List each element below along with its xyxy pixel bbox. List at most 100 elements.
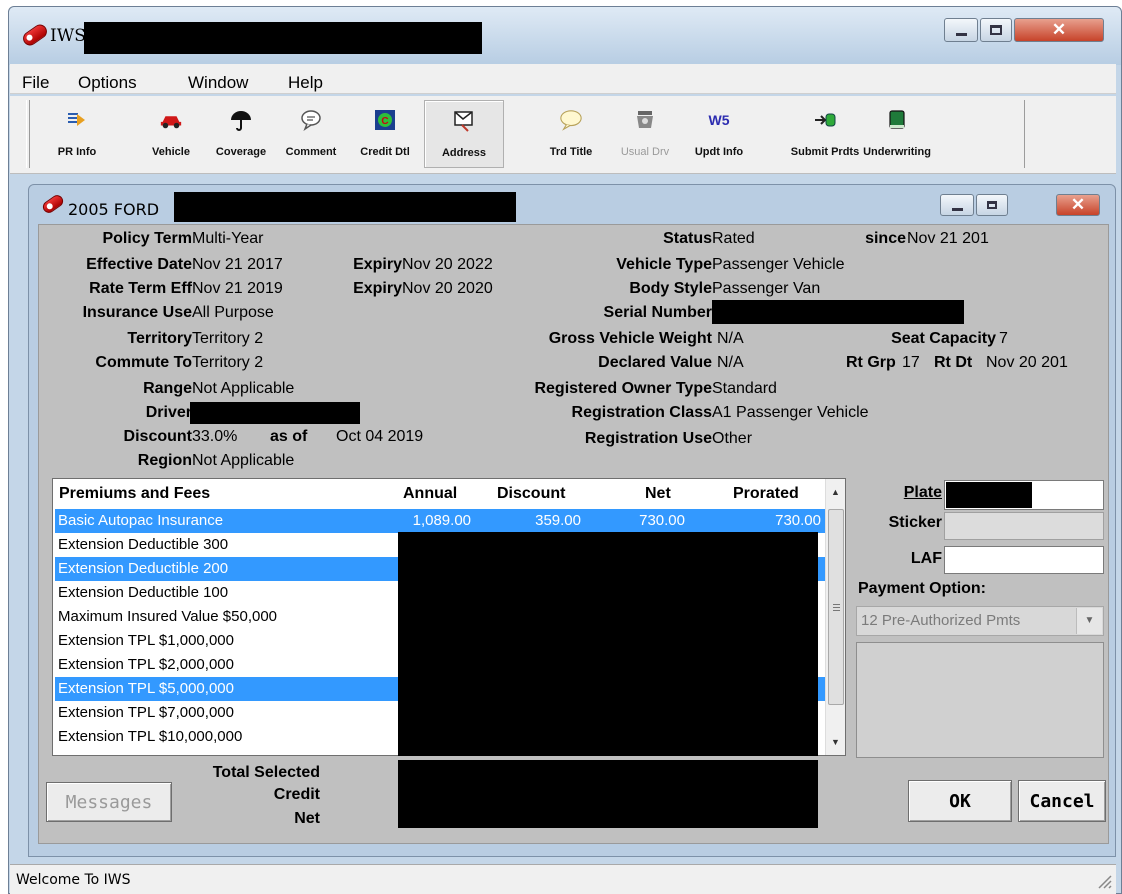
vehicle-minimize-button[interactable]	[940, 194, 974, 216]
chevron-down-icon[interactable]: ▼	[1076, 608, 1102, 634]
status-label: Status	[663, 230, 712, 247]
vehicle-window-title: 2005 FORD	[68, 200, 160, 219]
column-header-net[interactable]: Net	[645, 485, 671, 503]
maximize-icon	[987, 201, 997, 209]
main-window-title: IWS	[50, 26, 86, 46]
redacted-serial-number	[712, 300, 964, 324]
thumb-grip	[833, 607, 840, 608]
registration-use-value: Other	[712, 430, 753, 447]
toolbar-vehicle-button[interactable]: Vehicle	[136, 100, 206, 168]
discount-label: Discount	[123, 428, 192, 445]
laf-input[interactable]	[944, 546, 1104, 574]
toolbar-label: Comment	[285, 146, 337, 158]
vehicle-icon	[159, 108, 183, 132]
row-name: Extension TPL $7,000,000	[58, 704, 234, 721]
since-label: since	[865, 230, 906, 247]
column-header-annual[interactable]: Annual	[403, 485, 457, 503]
toolbar-label: Credit Dtl	[360, 146, 410, 158]
toolbar-pr-info-button[interactable]: PR Info	[42, 100, 112, 168]
scroll-down-arrow-icon[interactable]: ▼	[826, 733, 845, 751]
underwriting-book-icon	[885, 108, 909, 132]
redacted-vehicle-title	[174, 192, 516, 222]
rt-dt-label: Rt Dt	[934, 354, 973, 371]
payment-option-label: Payment Option:	[858, 580, 987, 597]
row-prorated: 730.00	[775, 512, 821, 529]
registration-use-label: Registration Use	[584, 430, 712, 447]
toolbar-separator	[1024, 100, 1025, 168]
row-net: 730.00	[639, 512, 685, 529]
toolbar-label: PR Info	[57, 146, 97, 158]
total-selected-label: Total Selected	[212, 764, 320, 781]
messages-button[interactable]: Messages	[46, 782, 172, 822]
usual-driver-icon	[633, 108, 657, 132]
plate-label: Plate	[903, 484, 942, 501]
row-name: Extension Deductible 100	[58, 584, 229, 601]
vehicle-close-button[interactable]: ✕	[1056, 194, 1100, 216]
main-maximize-button[interactable]	[980, 18, 1012, 42]
column-header-premiums[interactable]: Premiums and Fees	[59, 485, 210, 503]
payment-option-select[interactable]: 12 Pre-Authorized Pmts ▼	[856, 606, 1104, 636]
vehicle-maximize-button[interactable]	[976, 194, 1008, 216]
menu-help[interactable]: Help	[288, 73, 323, 93]
minimize-icon	[951, 207, 963, 211]
discount-value: 33.0%	[192, 428, 238, 445]
range-value: Not Applicable	[192, 380, 295, 397]
toolbar-grip[interactable]	[26, 100, 30, 168]
declared-value-label: Declared Value	[598, 354, 712, 371]
toolbar-underwriting-button[interactable]: Underwriting	[846, 100, 948, 168]
registered-owner-type-label: Registered Owner Type	[534, 380, 712, 397]
net-label: Net	[294, 810, 320, 827]
toolbar-usual-driver-button[interactable]: Usual Drv	[610, 100, 680, 168]
submit-products-icon	[813, 108, 837, 132]
toolbar-label: Vehicle	[152, 146, 190, 158]
premiums-scrollbar[interactable]: ▲ ▼	[825, 479, 845, 755]
ok-button[interactable]: OK	[908, 780, 1012, 822]
toolbar-update-info-button[interactable]: W5 Updt Info	[684, 100, 754, 168]
menu-window[interactable]: Window	[188, 73, 248, 93]
column-header-discount[interactable]: Discount	[497, 485, 565, 503]
maximize-icon	[990, 25, 1002, 35]
toolbar-address-button[interactable]: Address	[424, 100, 504, 168]
since-value: Nov 21 201	[907, 230, 989, 247]
cancel-button[interactable]: Cancel	[1018, 780, 1106, 822]
resize-grip-icon[interactable]	[1094, 871, 1112, 889]
toolbar-label: Trd Title	[549, 146, 593, 158]
seat-capacity-value: 7	[999, 330, 1008, 347]
toolbar-coverage-button[interactable]: Coverage	[206, 100, 276, 168]
row-annual: 1,089.00	[412, 512, 471, 529]
vehicle-type-label: Vehicle Type	[616, 256, 712, 273]
body-style-value: Passenger Van	[712, 280, 821, 297]
toolbar-comment-button[interactable]: Comment	[276, 100, 346, 168]
policy-term-value: Multi-Year	[192, 230, 264, 247]
table-row[interactable]: Basic Autopac Insurance 1,089.00 359.00 …	[55, 509, 825, 533]
scroll-thumb[interactable]	[828, 509, 844, 705]
status-text: Welcome To IWS	[16, 872, 131, 888]
region-value: Not Applicable	[192, 452, 295, 469]
vehicle-type-value: Passenger Vehicle	[712, 256, 845, 273]
svg-text:C: C	[381, 116, 388, 127]
menu-file[interactable]: File	[22, 73, 49, 93]
toolbar-label: Coverage	[215, 146, 267, 158]
umbrella-icon	[229, 108, 253, 132]
territory-value: Territory 2	[192, 330, 264, 347]
toolbar: PR Info Vehicle Coverage Comment C Credi…	[10, 96, 1116, 174]
minimize-icon	[955, 32, 967, 36]
rate-term-eff-value: Nov 21 2019	[192, 280, 283, 297]
row-name: Extension TPL $2,000,000	[58, 656, 234, 673]
sticker-input[interactable]	[944, 512, 1104, 540]
trade-title-bubble-icon	[559, 108, 583, 132]
menu-options[interactable]: Options	[78, 73, 137, 93]
registration-class-value: A1 Passenger Vehicle	[712, 404, 869, 421]
main-close-button[interactable]: ✕	[1014, 18, 1104, 42]
payment-option-value: 12 Pre-Authorized Pmts	[861, 612, 1021, 629]
registered-owner-type-value: Standard	[712, 380, 777, 397]
column-header-prorated[interactable]: Prorated	[733, 485, 799, 503]
rt-dt-value: Nov 20 201	[986, 354, 1068, 371]
range-label: Range	[143, 380, 192, 397]
main-minimize-button[interactable]	[944, 18, 978, 42]
scroll-up-arrow-icon[interactable]: ▲	[826, 483, 845, 501]
toolbar-trade-title-button[interactable]: Trd Title	[536, 100, 606, 168]
w5-update-icon: W5	[707, 108, 731, 132]
toolbar-credit-detail-button[interactable]: C Credit Dtl	[350, 100, 420, 168]
close-icon: ✕	[1051, 20, 1067, 39]
